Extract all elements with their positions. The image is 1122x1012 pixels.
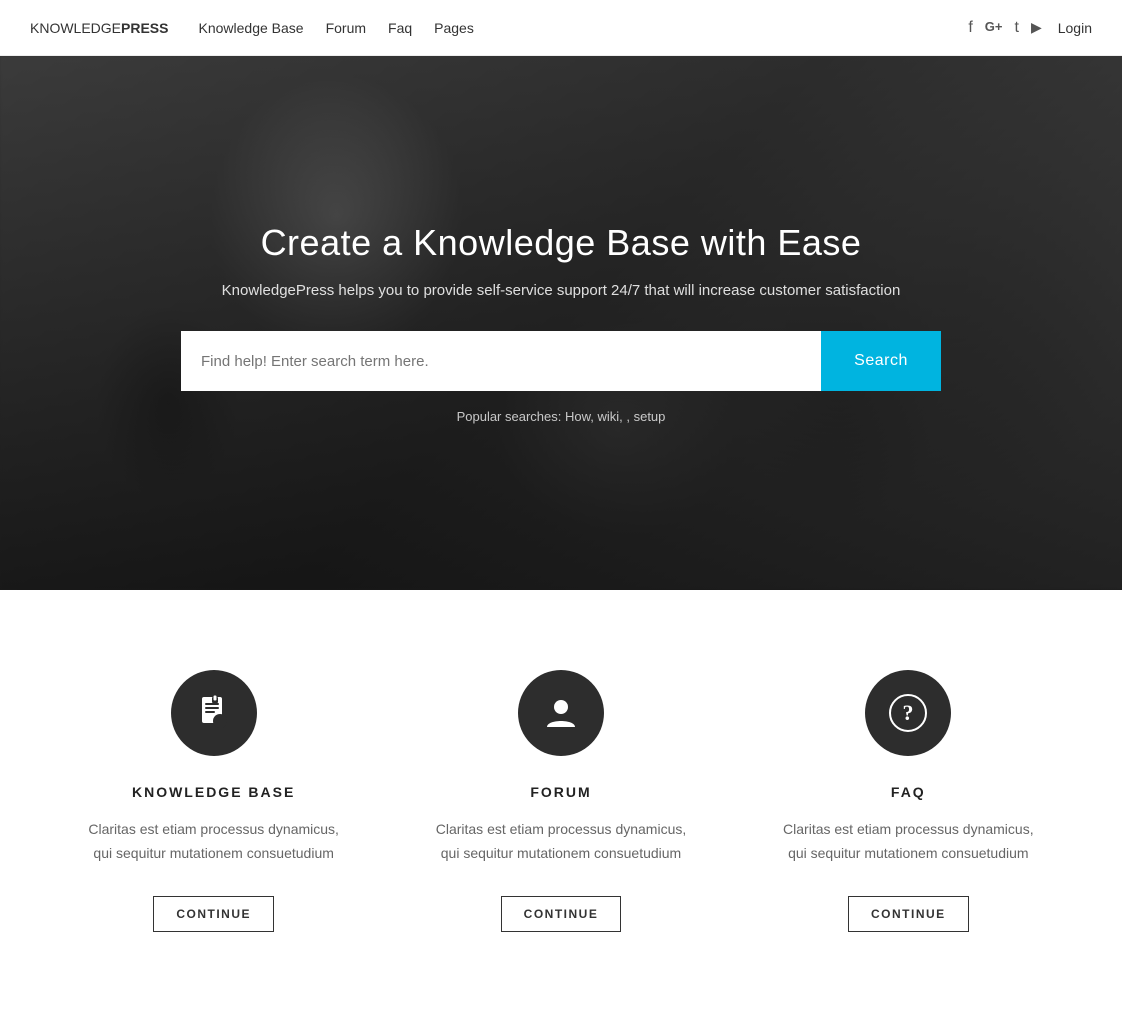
navbar-right: f G+ t ▶ Login [968, 19, 1092, 37]
navbar: KNOWLEDGEPRESS Knowledge Base Forum Faq … [0, 0, 1122, 56]
popular-searches: Popular searches: How, wiki, , setup [181, 409, 941, 424]
login-link[interactable]: Login [1058, 20, 1092, 36]
knowledge-base-continue-button[interactable]: CONTINUE [153, 896, 274, 932]
search-bar: Search [181, 331, 941, 391]
nav-forum[interactable]: Forum [326, 20, 366, 36]
forum-feature: FORUM Claritas est etiam processus dynam… [387, 670, 734, 932]
faq-title: FAQ [891, 784, 926, 800]
forum-continue-button[interactable]: CONTINUE [501, 896, 622, 932]
faq-icon-circle: ? [865, 670, 951, 756]
forum-desc: Claritas est etiam processus dynamicus, … [427, 818, 694, 866]
nav-pages[interactable]: Pages [434, 20, 474, 36]
faq-desc: Claritas est etiam processus dynamicus, … [775, 818, 1042, 866]
facebook-icon[interactable]: f [968, 19, 972, 37]
faq-feature: ? FAQ Claritas est etiam processus dynam… [735, 670, 1082, 932]
search-input[interactable] [181, 331, 821, 391]
forum-title: FORUM [530, 784, 591, 800]
svg-text:?: ? [903, 700, 914, 725]
nav-knowledge-base[interactable]: Knowledge Base [198, 20, 303, 36]
hero-content: Create a Knowledge Base with Ease Knowle… [161, 222, 961, 424]
forum-icon-circle [518, 670, 604, 756]
logo-press: PRESS [121, 20, 168, 36]
navbar-left: KNOWLEDGEPRESS Knowledge Base Forum Faq … [30, 20, 474, 36]
google-plus-icon[interactable]: G+ [985, 19, 1003, 37]
logo-knowledge: KNOWLEDGE [30, 20, 121, 36]
knowledge-base-desc: Claritas est etiam processus dynamicus, … [80, 818, 347, 866]
youtube-icon[interactable]: ▶ [1031, 19, 1042, 37]
person-icon [541, 693, 581, 733]
hero-subtitle: KnowledgePress helps you to provide self… [181, 282, 941, 299]
knowledge-base-feature: KNOWLEDGE BASE Claritas est etiam proces… [40, 670, 387, 932]
features-grid: KNOWLEDGE BASE Claritas est etiam proces… [40, 670, 1082, 932]
faq-continue-button[interactable]: CONTINUE [848, 896, 969, 932]
features-section: KNOWLEDGE BASE Claritas est etiam proces… [0, 590, 1122, 1012]
twitter-icon[interactable]: t [1015, 19, 1019, 37]
document-icon [194, 693, 234, 733]
hero-section: Create a Knowledge Base with Ease Knowle… [0, 56, 1122, 590]
nav-faq[interactable]: Faq [388, 20, 412, 36]
hero-title: Create a Knowledge Base with Ease [181, 222, 941, 264]
nav-links: Knowledge Base Forum Faq Pages [198, 20, 473, 36]
social-icons: f G+ t ▶ [968, 19, 1041, 37]
knowledge-base-title: KNOWLEDGE BASE [132, 784, 295, 800]
search-button[interactable]: Search [821, 331, 941, 391]
knowledge-base-icon-circle [171, 670, 257, 756]
question-icon: ? [888, 693, 928, 733]
logo[interactable]: KNOWLEDGEPRESS [30, 20, 168, 36]
